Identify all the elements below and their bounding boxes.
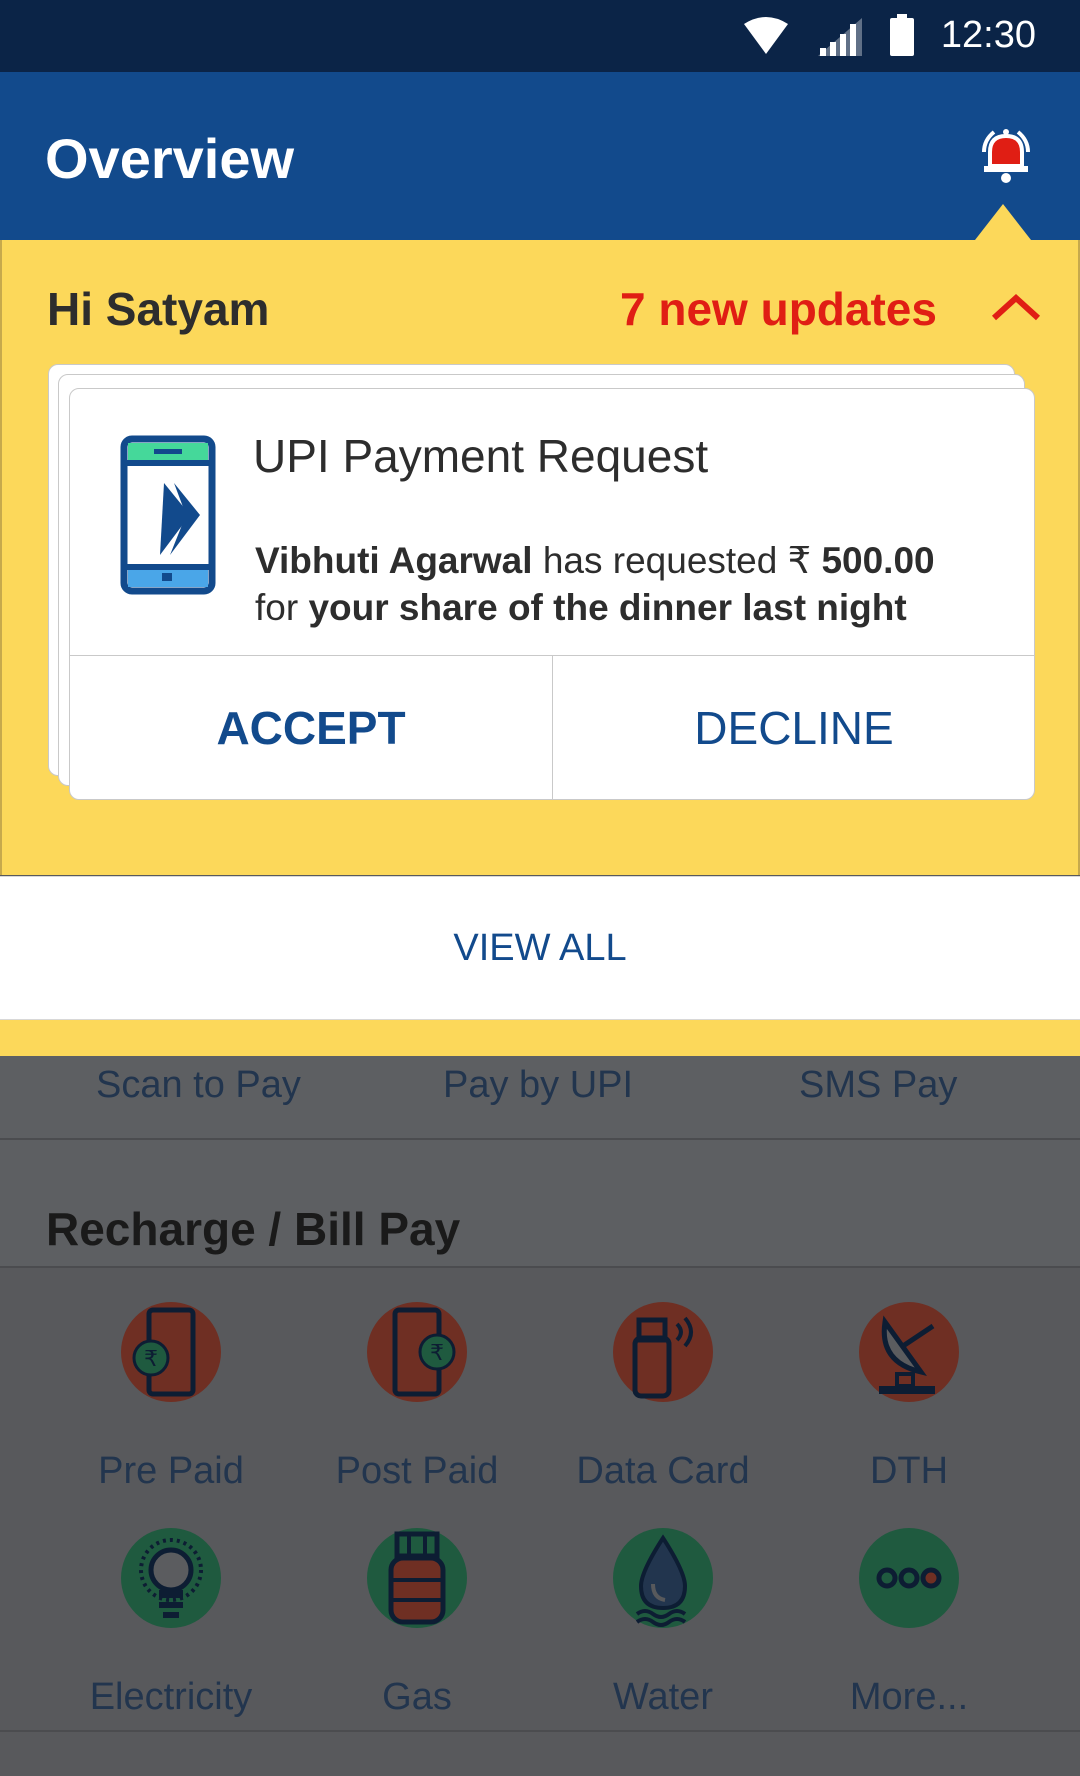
water-icon (613, 1528, 713, 1628)
upi-request-card: UPI Payment Request Vibhuti Agarwal has … (69, 388, 1035, 800)
requester-name: Vibhuti Agarwal (255, 540, 533, 581)
updates-count[interactable]: 7 new updates (620, 282, 937, 336)
service-water[interactable]: Water (538, 1528, 788, 1728)
recharge-section-header: Recharge / Bill Pay (0, 1140, 1080, 1268)
dth-icon (859, 1302, 959, 1402)
service-label: DTH (869, 1450, 949, 1492)
services-grid: ₹ Pre Paid ₹ Post Paid Data Card DTH Ele… (0, 1268, 1080, 1728)
battery-icon (890, 14, 914, 56)
service-data-card[interactable]: Data Card (538, 1302, 788, 1502)
app-bar: Overview (0, 72, 1080, 240)
status-time: 12:30 (940, 14, 1036, 56)
service-electricity[interactable]: Electricity (46, 1528, 296, 1728)
more-icon (859, 1528, 959, 1628)
page-title: Overview (45, 127, 295, 190)
section-title: Recharge / Bill Pay (46, 1203, 461, 1255)
prepaid-icon: ₹ (121, 1302, 221, 1402)
wifi-icon (744, 17, 788, 54)
for-text: for (255, 587, 309, 628)
service-dth[interactable]: DTH (784, 1302, 1034, 1502)
service-label: Pre Paid (98, 1450, 244, 1492)
gas-icon (367, 1528, 467, 1628)
card-title: UPI Payment Request (253, 430, 709, 482)
electricity-icon (121, 1528, 221, 1628)
requested-text: has requested ₹ (532, 540, 822, 581)
decline-button[interactable]: DECLINE (552, 656, 1035, 800)
accept-button[interactable]: ACCEPT (70, 656, 552, 800)
service-more[interactable]: More... (784, 1528, 1034, 1728)
service-label: Data Card (576, 1450, 750, 1492)
service-post-paid[interactable]: ₹ Post Paid (292, 1302, 542, 1502)
greeting: Hi Satyam (47, 283, 270, 335)
service-label: Electricity (89, 1676, 253, 1718)
service-label: Water (613, 1676, 713, 1718)
postpaid-icon: ₹ (367, 1302, 467, 1402)
card-description: Vibhuti Agarwal has requested ₹ 500.00 f… (255, 537, 1015, 631)
pay-options-bar: Scan to Pay Pay by UPI SMS Pay (0, 1056, 1080, 1140)
view-all-button[interactable]: VIEW ALL (0, 876, 1080, 1020)
signal-icon (818, 18, 862, 56)
request-amount: 500.00 (821, 540, 935, 581)
panel-pointer (975, 204, 1031, 240)
service-gas[interactable]: Gas (292, 1528, 542, 1728)
status-bar: 12:30 (0, 0, 1080, 72)
scan-to-pay-link[interactable]: Scan to Pay (96, 1064, 301, 1107)
divider (0, 1730, 1080, 1732)
service-label: Gas (382, 1676, 452, 1718)
service-label: Post Paid (335, 1450, 499, 1492)
alarm-bell-icon[interactable] (974, 122, 1038, 186)
upi-phone-icon (120, 435, 216, 595)
updates-panel: Hi Satyam 7 new updates UPI Payment Requ… (0, 240, 1080, 875)
svg-text:₹: ₹ (144, 1347, 158, 1372)
datacard-icon (613, 1302, 713, 1402)
service-pre-paid[interactable]: ₹ Pre Paid (46, 1302, 296, 1502)
card-actions: ACCEPT DECLINE (70, 655, 1034, 800)
chevron-up-icon[interactable] (990, 292, 1042, 322)
request-reason: your share of the dinner last night (308, 587, 907, 628)
pay-by-upi-link[interactable]: Pay by UPI (443, 1064, 633, 1107)
service-label: More... (849, 1676, 969, 1718)
sms-pay-link[interactable]: SMS Pay (799, 1064, 957, 1107)
panel-bottom-strip (0, 1020, 1080, 1056)
svg-text:₹: ₹ (430, 1341, 444, 1366)
